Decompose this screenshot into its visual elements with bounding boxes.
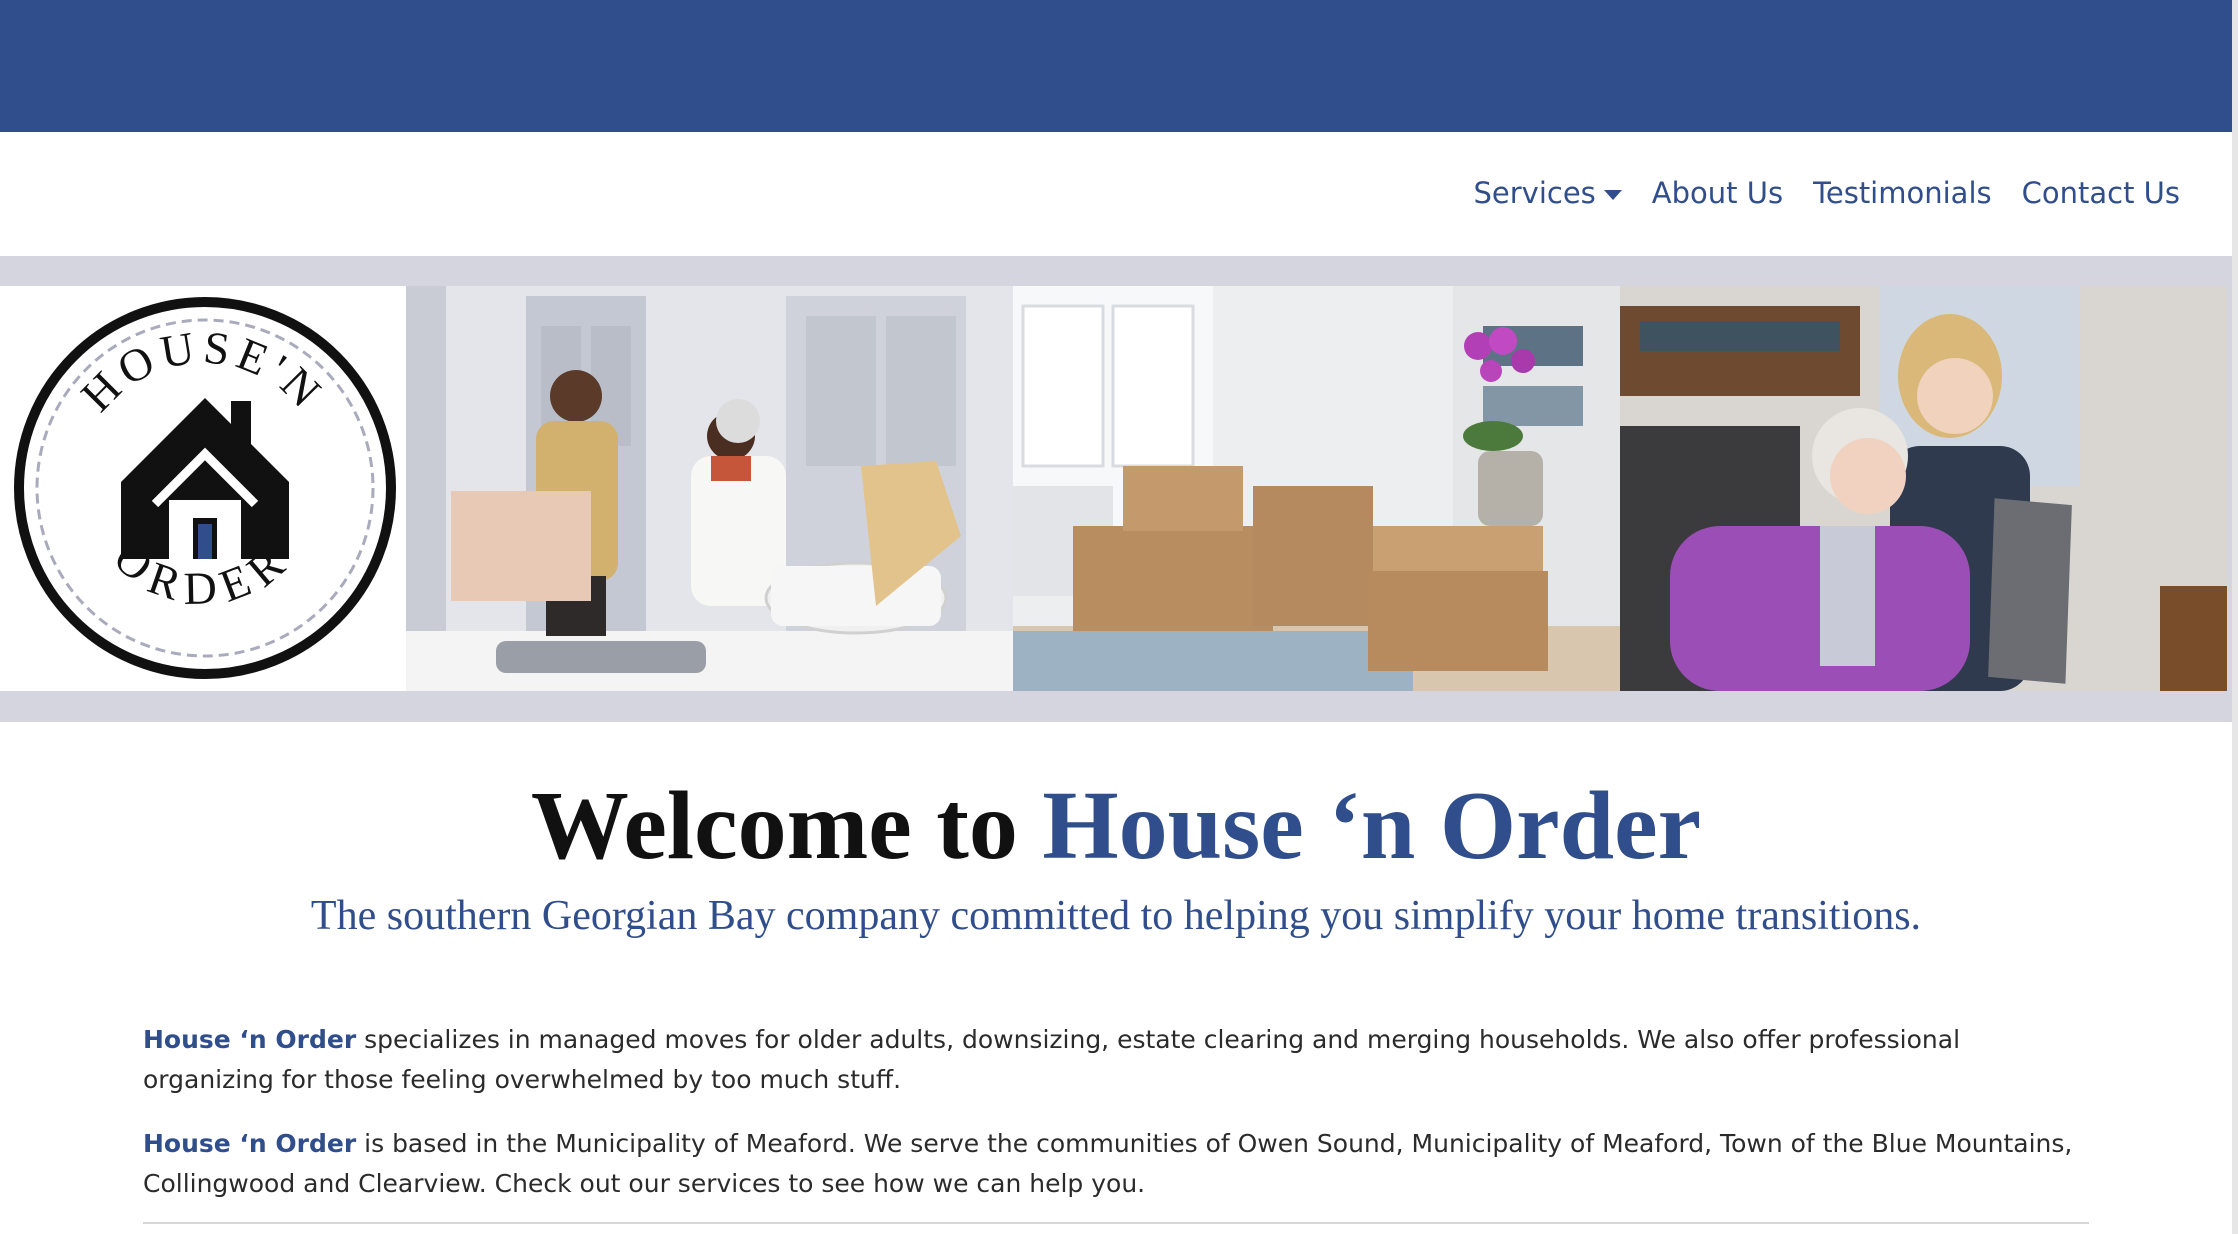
nav-item-about-us-label: About Us [1651,176,1784,210]
house-n-order-logo-icon: HOUSE'N ORDER [14,297,396,679]
page-title: Welcome to House ‘n Order [0,770,2232,882]
photo-moving-boxes-room [1013,286,1620,691]
banner-strip: HOUSE'N ORDER [0,286,2232,691]
photo-couple-moving [406,286,1013,691]
intro-paragraph-2-text: is based in the Municipality of Meaford.… [143,1129,2073,1198]
nav-item-about-us[interactable]: About Us [1652,176,1783,210]
couple-moving-boxes-image [406,286,1013,691]
intro-paragraph-1: House ‘n Order specializes in managed mo… [143,1020,2093,1100]
intro-paragraph-2: House ‘n Order is based in the Municipal… [143,1124,2093,1204]
brand-name-1: House ‘n Order [143,1025,357,1054]
page-title-prefix: Welcome to [530,772,1043,880]
nav-item-services-label: Services [1473,176,1596,210]
nav-item-testimonials[interactable]: Testimonials [1813,176,1992,210]
hero-banner: HOUSE'N ORDER [0,256,2232,722]
nav-item-testimonials-label: Testimonials [1813,176,1992,210]
logo[interactable]: HOUSE'N ORDER [0,286,406,691]
nav-menu: Services About Us Testimonials Contact U… [1473,176,2180,210]
top-header-bar [0,0,2232,132]
moving-boxes-living-room-image [1013,286,1620,691]
scrollbar[interactable] [2232,0,2238,1234]
nav-item-contact-us-label: Contact Us [2021,176,2180,210]
page-subtitle: The southern Georgian Bay company commit… [310,893,1922,939]
grandmother-and-girl-tablet-image [1620,286,2227,691]
nav-item-contact-us[interactable]: Contact Us [2022,176,2180,210]
content-divider [143,1222,2089,1224]
page-title-brand: House ‘n Order [1042,772,1702,880]
nav-item-services[interactable]: Services [1473,176,1622,210]
photo-grandmother-girl [1620,286,2227,691]
intro-paragraph-1-text: specializes in managed moves for older a… [143,1025,1961,1094]
brand-name-2: House ‘n Order [143,1129,357,1158]
main-navigation: Services About Us Testimonials Contact U… [0,132,2232,256]
caret-down-icon [1603,190,1622,200]
welcome-section: Welcome to House ‘n Order The southern G… [0,722,2232,1234]
